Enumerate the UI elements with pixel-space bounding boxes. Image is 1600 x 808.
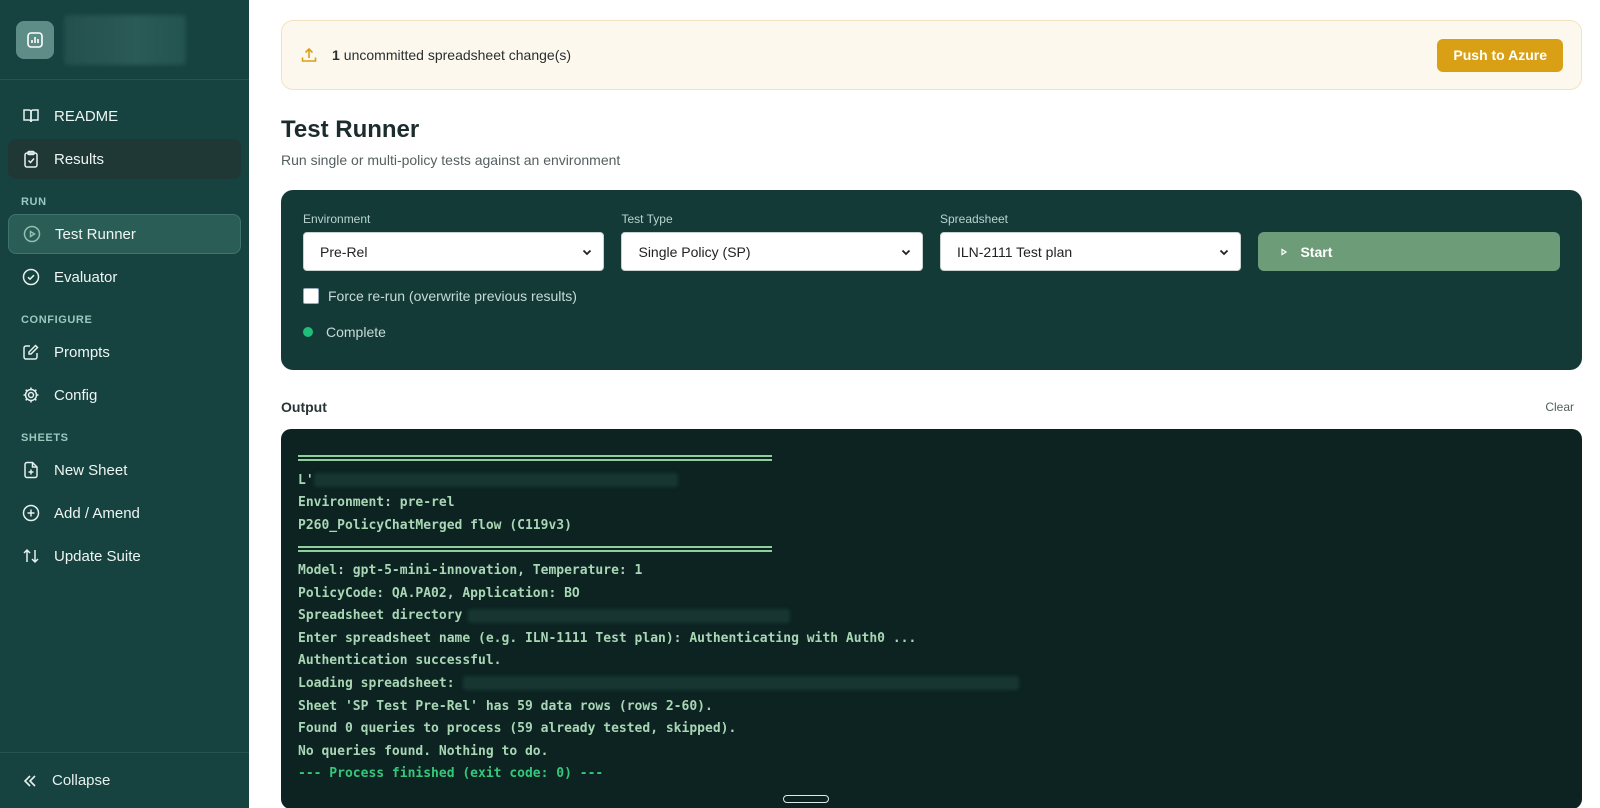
sidebar-item-label: Prompts [54,343,110,361]
collapse-button[interactable]: Collapse [0,752,249,808]
spreadsheet-field: Spreadsheet ILN-2111 Test plan [939,212,1242,271]
environment-value: Pre-Rel [320,243,368,260]
main-content: 1 uncommitted spreadsheet change(s) Push … [281,20,1582,808]
console-line: Environment: pre-rel [298,495,455,511]
console-line: Found 0 queries to process (59 already t… [298,721,737,737]
sidebar-item-prompts[interactable]: Prompts [8,332,241,372]
chevron-down-icon [900,246,912,258]
uncommitted-changes-banner: 1 uncommitted spreadsheet change(s) Push … [281,20,1582,90]
status-dot-icon [303,327,313,337]
spreadsheet-label: Spreadsheet [939,212,1009,226]
banner-text: 1 uncommitted spreadsheet change(s) [332,47,571,63]
collapse-label: Collapse [52,772,111,789]
redacted-text [468,608,791,623]
sidebar-item-label: Evaluator [54,268,118,286]
section-label-run: RUN [21,196,47,208]
redacted-text [462,676,1019,691]
sidebar-item-readme[interactable]: README [8,96,241,136]
chevron-down-icon [1218,246,1230,258]
chevrons-left-icon [21,772,39,790]
spreadsheet-select[interactable]: ILN-2111 Test plan [939,232,1242,271]
console-line: L' [298,470,1565,493]
run-config-panel: Environment Pre-Rel Test Type Single Pol… [281,190,1582,370]
console-line: Enter spreadsheet name (e.g. ILN-1111 Te… [298,630,917,646]
divider-line [298,447,1565,470]
sidebar-item-label: README [54,107,119,125]
run-status: Complete [303,324,1560,340]
test-type-value: Single Policy (SP) [638,243,751,260]
section-label-configure: CONFIGURE [21,314,93,326]
sidebar-item-results[interactable]: Results [8,139,241,179]
sidebar-item-label: Test Runner [55,225,136,243]
console-line: No queries found. Nothing to do. [298,743,549,759]
output-console[interactable]: L' Environment: pre-rel P260_PolicyChatM… [281,429,1582,808]
spreadsheet-value: ILN-2111 Test plan [956,243,1073,260]
start-button[interactable]: Start [1258,232,1560,271]
file-plus-icon [21,460,41,480]
plus-circle-icon [21,503,41,523]
brand-name-redacted [64,14,186,65]
sidebar-item-label: Results [54,150,105,168]
sidebar-item-label: Update Suite [54,547,141,565]
divider-line [298,537,1565,560]
chevron-down-icon [581,246,593,258]
play-circle-icon [22,224,42,244]
console-line: Spreadsheet directory [298,605,1565,628]
sidebar: README Results RUN Test Runner Evaluator… [0,0,249,808]
sidebar-item-label: Add / Amend [54,504,140,522]
status-text: Complete [326,324,386,340]
sidebar-item-add-amend[interactable]: Add / Amend [8,493,241,533]
start-label: Start [1300,243,1333,260]
clipboard-icon [21,149,41,169]
console-line: Model: gpt-5-mini-innovation, Temperatur… [298,562,643,578]
sidebar-item-update-suite[interactable]: Update Suite [8,536,241,576]
controls-row: Environment Pre-Rel Test Type Single Pol… [303,212,1560,271]
console-line: Authentication successful. [298,653,502,669]
console-line: P260_PolicyChatMerged flow (C119v3) [298,517,572,533]
upload-icon [300,46,318,64]
force-rerun-label: Force re-run (overwrite previous results… [328,288,577,304]
test-type-label: Test Type [621,212,673,226]
sidebar-item-evaluator[interactable]: Evaluator [8,257,241,297]
gear-icon [21,385,41,405]
section-label-sheets: SHEETS [21,432,69,444]
output-header: Output Clear [281,397,1582,417]
edit-icon [21,342,41,362]
test-type-select[interactable]: Single Policy (SP) [621,232,923,271]
banner-message: uncommitted spreadsheet change(s) [343,47,572,63]
sidebar-item-config[interactable]: Config [8,375,241,415]
redacted-text [313,473,678,488]
sort-arrows-icon [21,546,41,566]
push-to-azure-button[interactable]: Push to Azure [1437,38,1563,72]
page-title: Test Runner [281,116,420,143]
console-line: Loading spreadsheet: [298,673,1565,696]
change-count: 1 [332,47,340,63]
console-line: PolicyCode: QA.PA02, Application: BO [298,585,580,601]
play-icon [1280,247,1288,256]
sidebar-item-label: New Sheet [54,461,128,479]
resize-handle[interactable] [783,795,829,803]
sidebar-item-test-runner[interactable]: Test Runner [8,214,241,254]
console-line: Sheet 'SP Test Pre-Rel' has 59 data rows… [298,698,713,714]
environment-select[interactable]: Pre-Rel [303,232,605,271]
output-title: Output [281,399,327,415]
environment-field: Environment Pre-Rel [303,212,605,271]
bar-chart-logo-icon[interactable] [16,20,54,59]
check-circle-icon [21,267,41,287]
sidebar-item-label: Config [54,386,98,404]
sidebar-item-new-sheet[interactable]: New Sheet [8,450,241,490]
book-icon [21,106,41,126]
console-line: --- Process finished (exit code: 0) --- [298,766,604,782]
sidebar-nav: README Results RUN Test Runner Evaluator… [0,80,249,576]
force-rerun-row: Force re-run (overwrite previous results… [303,288,1560,304]
brand [0,0,249,80]
clear-button[interactable]: Clear [1545,400,1574,414]
environment-label: Environment [303,212,371,226]
force-rerun-checkbox[interactable] [303,288,319,304]
test-type-field: Test Type Single Policy (SP) [621,212,923,271]
page-subtitle: Run single or multi-policy tests against… [281,152,621,168]
